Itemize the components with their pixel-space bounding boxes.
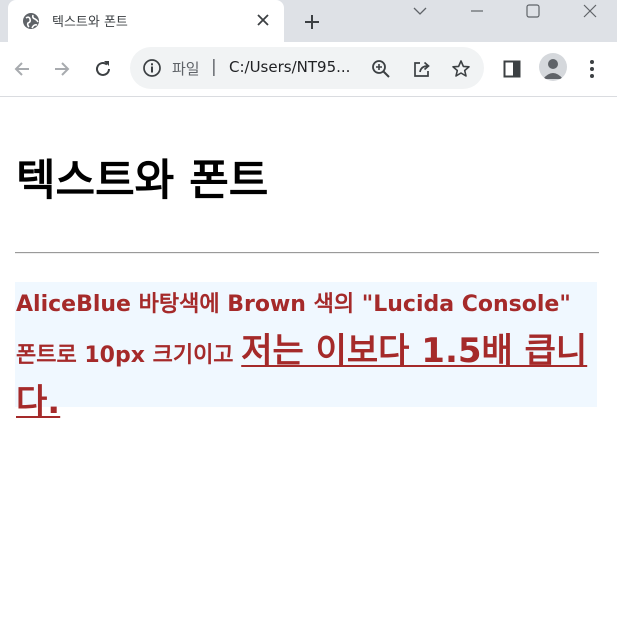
browser-toolbar: 파일 | C:/Users/NT95... [0,42,617,97]
reload-icon[interactable] [89,55,117,83]
globe-icon [22,12,40,30]
star-icon[interactable] [450,58,472,80]
back-icon[interactable] [8,55,36,83]
address-scheme-label: 파일 [172,60,200,78]
browser-tab[interactable]: 텍스트와 폰트 [8,0,284,42]
chevron-down-icon[interactable] [400,0,440,22]
minimize-icon[interactable] [457,0,497,22]
address-bar[interactable]: 파일 | C:/Users/NT95... [130,47,484,89]
plus-icon[interactable] [298,8,326,36]
address-url[interactable]: C:/Users/NT95... [229,58,350,76]
styled-paragraph: AliceBlue 바탕색에 Brown 색의 "Lucida Console"… [15,282,597,422]
info-icon[interactable] [142,58,162,78]
zoom-icon[interactable] [370,58,392,80]
side-panel-icon[interactable] [498,55,526,83]
close-icon[interactable] [254,11,272,29]
window-close-icon[interactable] [570,0,610,22]
more-icon[interactable] [578,55,606,83]
page-title: 텍스트와 폰트 [16,156,269,206]
share-icon[interactable] [411,58,433,80]
address-separator: | [211,57,217,77]
maximize-icon[interactable] [513,0,553,22]
horizontal-rule [15,252,599,254]
forward-icon[interactable] [48,55,76,83]
profile-icon[interactable] [539,53,567,81]
tab-strip: 텍스트와 폰트 [0,0,617,42]
tab-title: 텍스트와 폰트 [52,15,128,30]
